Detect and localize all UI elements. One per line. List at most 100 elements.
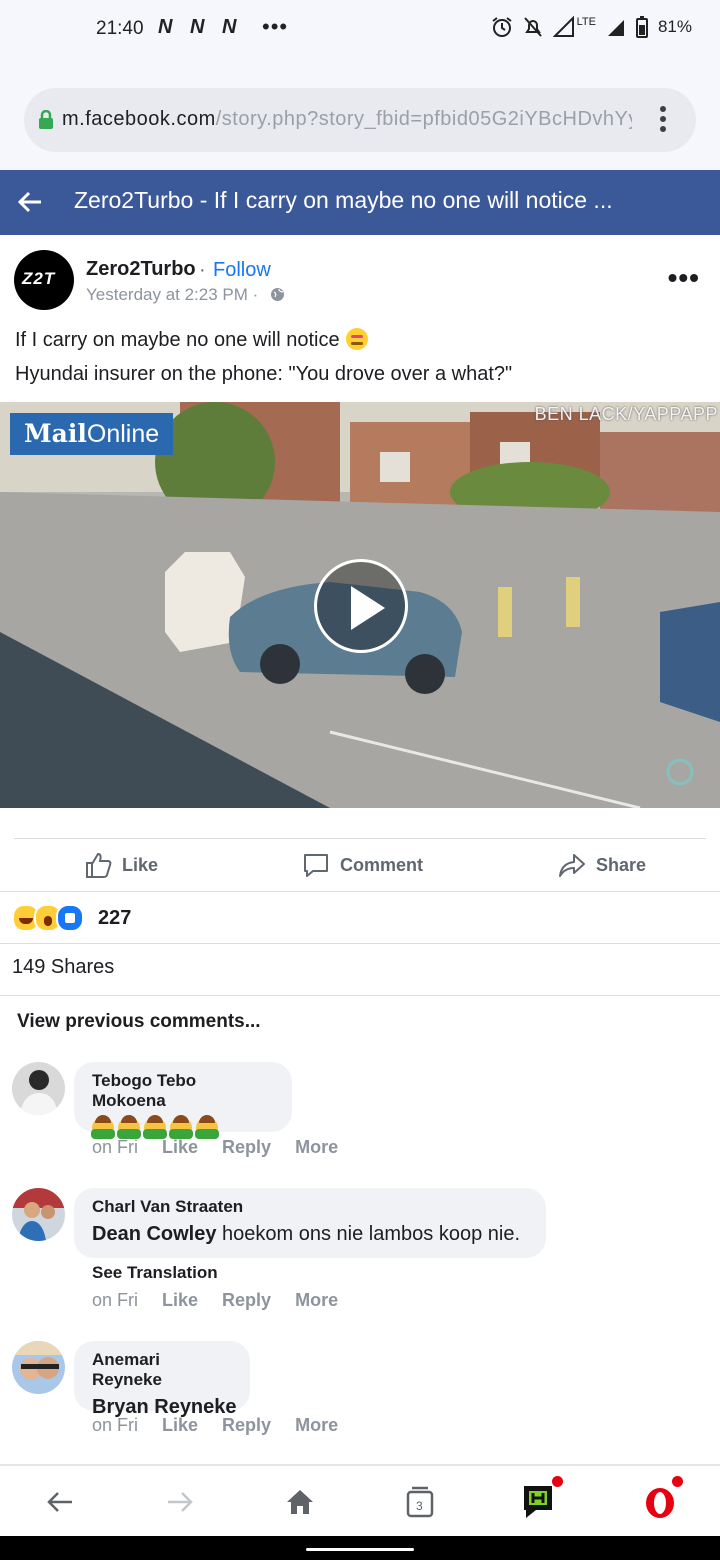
avatar-logo-text: Z2T bbox=[22, 269, 56, 288]
comment-more-button[interactable]: More bbox=[295, 1290, 338, 1311]
status-time: 21:40 bbox=[96, 18, 144, 39]
post-text-line-2: Hyundai insurer on the phone: "You drove… bbox=[15, 363, 513, 385]
facepalm-emoji-icon bbox=[117, 1115, 141, 1139]
share-icon bbox=[559, 854, 585, 877]
comment-bubble: Charl Van Straaten Dean Cowley hoekom on… bbox=[74, 1188, 546, 1258]
notification-dot bbox=[552, 1476, 563, 1487]
commenter-name[interactable]: Tebogo Tebo Mokoena bbox=[92, 1071, 274, 1111]
comment-more-button[interactable]: More bbox=[295, 1415, 338, 1436]
back-arrow-icon[interactable] bbox=[16, 188, 44, 216]
comment-actions: on Fri Like Reply More bbox=[92, 1290, 338, 1311]
facepalm-emoji-icon bbox=[169, 1115, 193, 1139]
comment-more-button[interactable]: More bbox=[295, 1137, 338, 1158]
hype-button[interactable] bbox=[520, 1476, 563, 1522]
comment-label: Comment bbox=[340, 854, 424, 875]
share-button[interactable]: Share bbox=[558, 848, 646, 882]
commenter-avatar[interactable] bbox=[12, 1341, 65, 1394]
facebook-header: Zero2Turbo - If I carry on maybe no one … bbox=[0, 170, 720, 235]
opera-menu-button[interactable] bbox=[640, 1476, 683, 1522]
hype-chat-icon bbox=[524, 1486, 552, 1518]
system-navigation-bar bbox=[0, 1536, 720, 1560]
reaction-count: 227 bbox=[98, 906, 132, 929]
comment-time: on Fri bbox=[92, 1415, 139, 1435]
comment-like-button[interactable]: Like bbox=[162, 1415, 198, 1436]
comment-like-button[interactable]: Like bbox=[162, 1137, 198, 1158]
logo-online: Online bbox=[86, 420, 160, 448]
notification-icons: N N N bbox=[158, 16, 243, 38]
page-avatar[interactable]: Z2T bbox=[14, 250, 74, 310]
commenter-avatar[interactable] bbox=[12, 1188, 65, 1241]
comment-button[interactable]: Comment bbox=[302, 848, 423, 882]
post-author[interactable]: Zero2Turbo bbox=[86, 258, 196, 281]
comment-text: Dean Cowley hoekom ons nie lambos koop n… bbox=[92, 1223, 528, 1246]
post-timestamp[interactable]: Yesterday at 2:23 PM · bbox=[86, 285, 258, 305]
divider bbox=[0, 943, 720, 944]
browser-bottom-bar: 3 bbox=[0, 1466, 720, 1536]
author-separator: · bbox=[199, 259, 206, 281]
comment-bubble: Anemari Reyneke Bryan Reyneke bbox=[74, 1341, 250, 1418]
notification-dot bbox=[672, 1476, 683, 1487]
globe-icon bbox=[271, 288, 284, 301]
mute-icon bbox=[523, 17, 542, 37]
mail-online-logo: MailOnline bbox=[10, 413, 174, 455]
comment-actions: on Fri Like Reply More bbox=[92, 1415, 338, 1436]
comment-emoji-row bbox=[91, 1115, 274, 1139]
comment-like-button[interactable]: Like bbox=[162, 1290, 198, 1311]
like-button[interactable]: Like bbox=[84, 848, 158, 882]
battery-icon bbox=[635, 16, 648, 38]
signal-icon-2 bbox=[607, 20, 624, 36]
address-bar[interactable]: m.facebook.com/story.php?story_fbid=pfbi… bbox=[24, 88, 696, 152]
commenter-name[interactable]: Anemari Reyneke bbox=[92, 1350, 232, 1390]
status-right-icons: LTE 81% bbox=[491, 16, 692, 38]
forward-icon[interactable] bbox=[160, 1482, 200, 1522]
browser-toolbar: m.facebook.com/story.php?story_fbid=pfbi… bbox=[0, 70, 720, 170]
more-notifications-icon: ••• bbox=[262, 14, 289, 39]
url-text[interactable]: m.facebook.com/story.php?story_fbid=pfbi… bbox=[62, 108, 632, 131]
like-reaction-icon bbox=[56, 904, 84, 932]
dizzy-face-emoji-icon bbox=[345, 328, 368, 350]
commenter-avatar[interactable] bbox=[12, 1062, 65, 1115]
commenter-name[interactable]: Charl Van Straaten bbox=[92, 1197, 528, 1217]
like-label: Like bbox=[122, 854, 159, 875]
opera-logo-icon bbox=[646, 1488, 674, 1518]
comment-reply-button[interactable]: Reply bbox=[222, 1415, 271, 1436]
view-previous-comments-link[interactable]: View previous comments... bbox=[17, 1011, 261, 1033]
comment-reply-button[interactable]: Reply bbox=[222, 1137, 271, 1158]
lock-icon bbox=[39, 110, 53, 129]
facepalm-emoji-icon bbox=[91, 1115, 115, 1139]
post-text-line-1: If I carry on maybe no one will notice bbox=[15, 328, 368, 352]
comment-mention[interactable]: Dean Cowley bbox=[92, 1223, 216, 1245]
comment-icon bbox=[304, 854, 328, 877]
comment-time: on Fri bbox=[92, 1137, 139, 1157]
alarm-icon bbox=[492, 17, 512, 37]
see-translation-link[interactable]: See Translation bbox=[92, 1263, 218, 1283]
home-gesture-handle[interactable] bbox=[306, 1548, 414, 1551]
comment-bubble: Tebogo Tebo Mokoena bbox=[74, 1062, 292, 1139]
url-path: /story.php?story_fbid=pfbid05G2iYBcHDvhY… bbox=[215, 108, 632, 130]
thumbs-up-icon bbox=[86, 852, 112, 878]
post-options-icon[interactable]: ••• bbox=[668, 262, 700, 294]
comment-body: hoekom ons nie lambos koop nie. bbox=[216, 1223, 520, 1245]
video-credit: BEN LACK/YAPPAPP bbox=[534, 404, 718, 424]
divider bbox=[0, 891, 720, 892]
tabs-button[interactable]: 3 bbox=[400, 1482, 440, 1522]
play-button[interactable] bbox=[314, 559, 408, 653]
comment-reply-button[interactable]: Reply bbox=[222, 1290, 271, 1311]
comment-actions: on Fri Like Reply More bbox=[92, 1137, 338, 1158]
comment-time: on Fri bbox=[92, 1290, 139, 1310]
url-host: m.facebook.com bbox=[62, 108, 216, 130]
facepalm-emoji-icon bbox=[143, 1115, 167, 1139]
divider bbox=[0, 995, 720, 996]
reactions-summary[interactable]: 227 bbox=[12, 904, 131, 932]
shares-count[interactable]: 149 Shares bbox=[12, 956, 114, 979]
back-icon[interactable] bbox=[40, 1482, 80, 1522]
share-label: Share bbox=[596, 854, 647, 875]
post-text-1: If I carry on maybe no one will notice bbox=[15, 329, 340, 351]
logo-mail: Mail bbox=[24, 419, 87, 448]
facepalm-emoji-icon bbox=[195, 1115, 219, 1139]
home-icon[interactable] bbox=[280, 1482, 320, 1522]
browser-menu-icon[interactable] bbox=[660, 106, 668, 136]
status-bar: 21:40 N N N ••• LTE 81% bbox=[0, 0, 720, 70]
signal-icon bbox=[552, 16, 574, 37]
follow-button[interactable]: Follow bbox=[213, 259, 271, 282]
